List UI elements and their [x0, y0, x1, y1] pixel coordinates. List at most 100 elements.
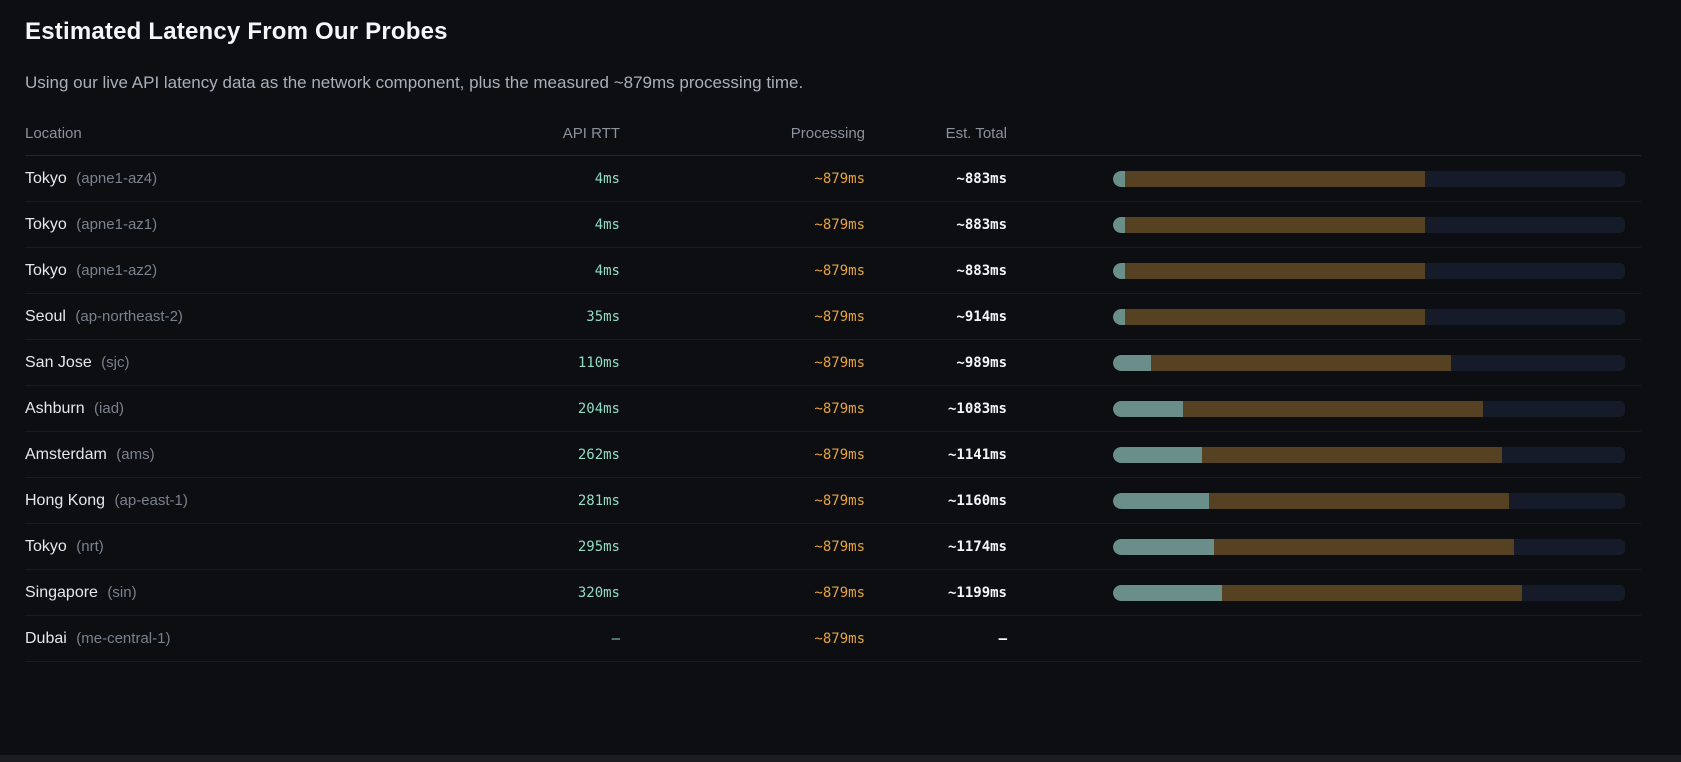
- bar-processing-segment: [1125, 263, 1425, 279]
- processing-value: ~879ms: [620, 585, 865, 601]
- processing-value: ~879ms: [620, 309, 865, 325]
- location-zone: (nrt): [76, 538, 104, 555]
- location-zone: (apne1-az4): [76, 170, 157, 187]
- processing-value: ~879ms: [620, 171, 865, 187]
- est-total-value: ~989ms: [865, 355, 1007, 371]
- est-total-value: ~914ms: [865, 309, 1007, 325]
- api-rtt-value: 4ms: [455, 263, 620, 279]
- bar-rtt-segment: [1113, 493, 1209, 509]
- location-zone: (sin): [107, 584, 136, 601]
- processing-value: ~879ms: [620, 263, 865, 279]
- location-city: Ashburn: [25, 400, 85, 417]
- api-rtt-value: 295ms: [455, 539, 620, 555]
- location-zone: (ams): [116, 446, 154, 463]
- location-zone: (apne1-az1): [76, 216, 157, 233]
- latency-bar: [1113, 585, 1625, 601]
- latency-bar: [1113, 171, 1625, 187]
- location-city: Tokyo: [25, 262, 67, 279]
- processing-value: ~879ms: [620, 631, 865, 647]
- location-zone: (iad): [94, 400, 124, 417]
- bar-cell: [1007, 355, 1641, 371]
- bar-processing-segment: [1125, 217, 1425, 233]
- table-row: San Jose (sjc) 110ms ~879ms ~989ms: [25, 340, 1641, 386]
- est-total-value: ~1160ms: [865, 493, 1007, 509]
- table-row: Dubai (me-central-1) – ~879ms –: [25, 616, 1641, 662]
- table-row: Amsterdam (ams) 262ms ~879ms ~1141ms: [25, 432, 1641, 478]
- latency-bar: [1113, 401, 1625, 417]
- bar-processing-segment: [1214, 539, 1514, 555]
- location-cell: San Jose (sjc): [25, 354, 455, 372]
- processing-value: ~879ms: [620, 447, 865, 463]
- location-cell: Amsterdam (ams): [25, 446, 455, 464]
- bar-rtt-segment: [1113, 447, 1202, 463]
- bar-cell: [1007, 539, 1641, 555]
- location-city: San Jose: [25, 354, 92, 371]
- location-cell: Tokyo (apne1-az2): [25, 262, 455, 280]
- est-total-value: ~883ms: [865, 171, 1007, 187]
- bar-rtt-segment: [1113, 217, 1125, 233]
- api-rtt-value: 281ms: [455, 493, 620, 509]
- bar-cell: [1007, 585, 1641, 601]
- processing-value: ~879ms: [620, 355, 865, 371]
- column-header-processing: Processing: [620, 125, 865, 142]
- bar-cell: [1007, 171, 1641, 187]
- bar-processing-segment: [1183, 401, 1483, 417]
- api-rtt-value: 110ms: [455, 355, 620, 371]
- est-total-value: ~883ms: [865, 263, 1007, 279]
- table-row: Hong Kong (ap-east-1) 281ms ~879ms ~1160…: [25, 478, 1641, 524]
- column-header-api-rtt: API RTT: [455, 125, 620, 142]
- location-cell: Hong Kong (ap-east-1): [25, 492, 455, 510]
- latency-bar: [1113, 539, 1625, 555]
- bar-rtt-segment: [1113, 355, 1151, 371]
- location-cell: Ashburn (iad): [25, 400, 455, 418]
- location-city: Tokyo: [25, 216, 67, 233]
- latency-bar: [1113, 217, 1625, 233]
- table-header-row: Location API RTT Processing Est. Total: [25, 112, 1641, 156]
- bar-cell: [1007, 493, 1641, 509]
- table-row: Tokyo (apne1-az4) 4ms ~879ms ~883ms: [25, 156, 1641, 202]
- location-city: Dubai: [25, 630, 67, 647]
- bar-rtt-segment: [1113, 263, 1125, 279]
- est-total-value: –: [865, 631, 1007, 647]
- bar-cell: [1007, 401, 1641, 417]
- location-city: Hong Kong: [25, 492, 105, 509]
- column-header-location: Location: [25, 125, 455, 142]
- bar-cell: [1007, 217, 1641, 233]
- location-cell: Tokyo (apne1-az1): [25, 216, 455, 234]
- latency-bar: [1113, 493, 1625, 509]
- bar-rtt-segment: [1113, 171, 1125, 187]
- location-zone: (ap-northeast-2): [75, 308, 183, 325]
- bar-cell: [1007, 263, 1641, 279]
- bar-cell: [1007, 447, 1641, 463]
- location-city: Seoul: [25, 308, 66, 325]
- location-zone: (apne1-az2): [76, 262, 157, 279]
- est-total-value: ~1199ms: [865, 585, 1007, 601]
- bar-rtt-segment: [1113, 309, 1125, 325]
- location-cell: Singapore (sin): [25, 584, 455, 602]
- bar-processing-segment: [1209, 493, 1509, 509]
- bar-processing-segment: [1202, 447, 1502, 463]
- page-title: Estimated Latency From Our Probes: [25, 16, 1641, 48]
- table-row: Tokyo (nrt) 295ms ~879ms ~1174ms: [25, 524, 1641, 570]
- table-row: Ashburn (iad) 204ms ~879ms ~1083ms: [25, 386, 1641, 432]
- bar-rtt-segment: [1113, 401, 1183, 417]
- location-cell: Tokyo (apne1-az4): [25, 170, 455, 188]
- bar-processing-segment: [1125, 309, 1425, 325]
- location-zone: (me-central-1): [76, 630, 170, 647]
- location-zone: (ap-east-1): [115, 492, 188, 509]
- processing-value: ~879ms: [620, 401, 865, 417]
- table-row: Singapore (sin) 320ms ~879ms ~1199ms: [25, 570, 1641, 616]
- latency-table-body: Tokyo (apne1-az4) 4ms ~879ms ~883ms Toky…: [25, 156, 1641, 662]
- est-total-value: ~883ms: [865, 217, 1007, 233]
- latency-report: Estimated Latency From Our Probes Using …: [0, 0, 1681, 662]
- table-row: Tokyo (apne1-az1) 4ms ~879ms ~883ms: [25, 202, 1641, 248]
- api-rtt-value: 204ms: [455, 401, 620, 417]
- location-cell: Dubai (me-central-1): [25, 630, 455, 648]
- location-city: Amsterdam: [25, 446, 107, 463]
- bar-rtt-segment: [1113, 585, 1222, 601]
- processing-value: ~879ms: [620, 493, 865, 509]
- location-city: Tokyo: [25, 538, 67, 555]
- table-row: Tokyo (apne1-az2) 4ms ~879ms ~883ms: [25, 248, 1641, 294]
- location-city: Singapore: [25, 584, 98, 601]
- api-rtt-value: 4ms: [455, 171, 620, 187]
